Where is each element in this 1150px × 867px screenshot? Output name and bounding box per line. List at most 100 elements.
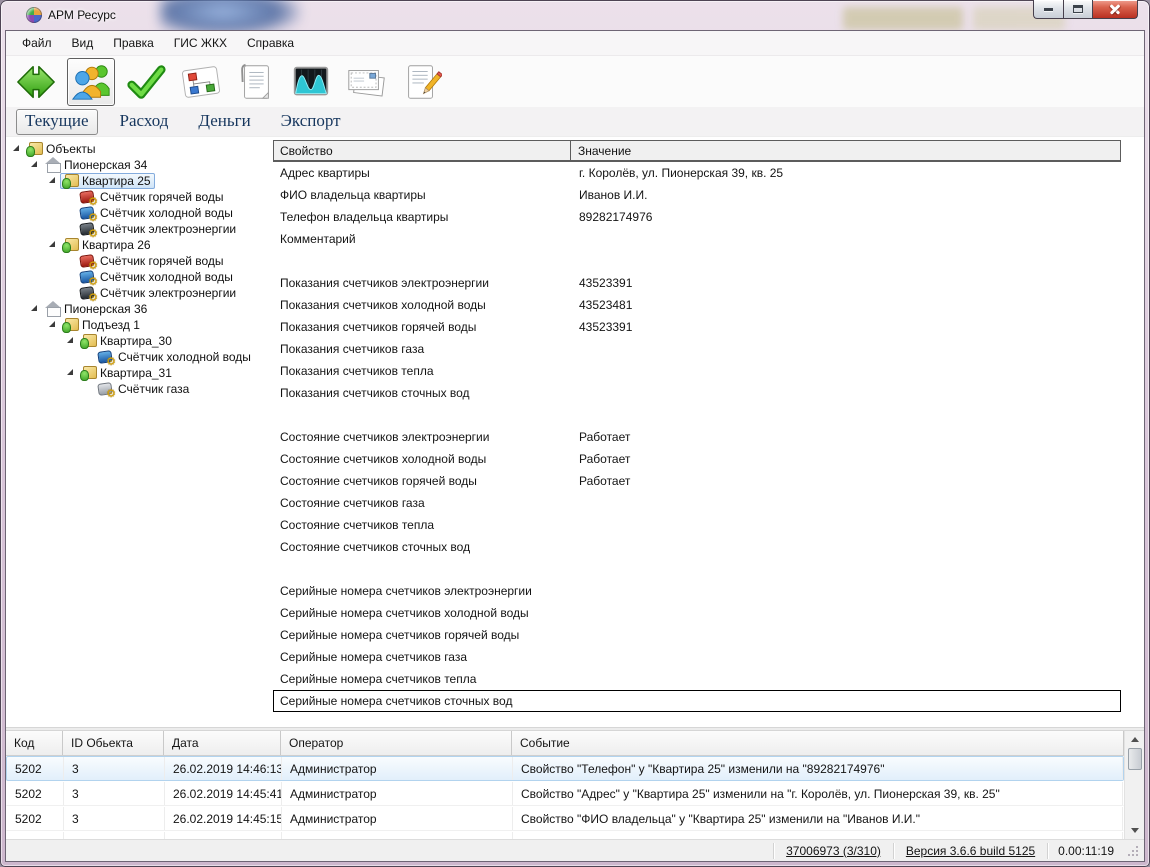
tree-item-8[interactable]: Счётчик холодной воды xyxy=(6,269,268,285)
property-row-19[interactable]: Серийные номера счетчиков электроэнергии xyxy=(273,580,1121,602)
property-row-1[interactable]: ФИО владельца квартиры Иванов И.И. xyxy=(273,184,1121,206)
property-row-24[interactable]: Серийные номера счетчиков сточных вод xyxy=(273,690,1121,712)
transfer-arrows-icon[interactable] xyxy=(12,58,60,106)
menu-item-4[interactable]: Справка xyxy=(237,33,304,53)
tree-node[interactable]: Счётчик холодной воды xyxy=(78,205,237,221)
tree-item-13[interactable]: Счётчик холодной воды xyxy=(6,349,268,365)
log-column-header[interactable]: Дата xyxy=(164,731,281,755)
property-row-14[interactable]: Состояние счетчиков горячей воды Работае… xyxy=(273,470,1121,492)
tree-node[interactable]: Счётчик холодной воды xyxy=(78,269,237,285)
property-row-17[interactable]: Состояние счетчиков сточных вод xyxy=(273,536,1121,558)
tree-item-4[interactable]: Счётчик холодной воды xyxy=(6,205,268,221)
status-counter-link[interactable]: 37006973 (3/310) xyxy=(774,844,893,858)
log-column-header[interactable]: Событие xyxy=(512,731,1124,755)
tree-node[interactable]: Пионерская 34 xyxy=(42,157,151,173)
log-row-2[interactable]: 5202 3 26.02.2019 14:45:15 Администратор… xyxy=(6,806,1124,831)
tab-3[interactable]: Экспорт xyxy=(273,110,349,134)
property-row-15[interactable]: Состояние счетчиков газа xyxy=(273,492,1121,514)
menu-item-1[interactable]: Вид xyxy=(62,33,104,53)
log-row-1[interactable]: 5202 3 26.02.2019 14:45:41 Администратор… xyxy=(6,781,1124,806)
property-column-header[interactable]: Свойство xyxy=(274,141,571,160)
tree-node[interactable]: Счётчик горячей воды xyxy=(78,253,228,269)
tree-node[interactable]: Счётчик горячей воды xyxy=(78,189,228,205)
users-icon[interactable] xyxy=(67,58,115,106)
document-edit-icon[interactable] xyxy=(397,58,445,106)
log-column-header[interactable]: Код xyxy=(6,731,63,755)
property-row-6[interactable]: Показания счетчиков холодной воды 435234… xyxy=(273,294,1121,316)
property-row-23[interactable]: Серийные номера счетчиков тепла xyxy=(273,668,1121,690)
tree-item-3[interactable]: Счётчик горячей воды xyxy=(6,189,268,205)
tree-item-7[interactable]: Счётчик горячей воды xyxy=(6,253,268,269)
close-button[interactable] xyxy=(1092,0,1138,19)
scrollbar-thumb[interactable] xyxy=(1128,748,1142,770)
envelope-icon[interactable] xyxy=(342,58,390,106)
scroll-up-button[interactable] xyxy=(1125,731,1145,748)
expander-icon[interactable] xyxy=(66,368,76,378)
tree-node[interactable]: Квартира_30 xyxy=(78,333,176,349)
expander-icon[interactable] xyxy=(66,336,76,346)
expander-icon[interactable] xyxy=(66,208,76,218)
tab-0[interactable]: Текущие xyxy=(16,109,98,135)
menu-item-3[interactable]: ГИС ЖКХ xyxy=(164,33,237,53)
expander-icon[interactable] xyxy=(66,256,76,266)
expander-icon[interactable] xyxy=(66,224,76,234)
property-row-16[interactable]: Состояние счетчиков тепла xyxy=(273,514,1121,536)
property-row-12[interactable]: Состояние счетчиков электроэнергии Работ… xyxy=(273,426,1121,448)
tree-item-14[interactable]: Квартира_31 xyxy=(6,365,268,381)
tree-item-15[interactable]: Счётчик газа xyxy=(6,381,268,397)
chart-icon[interactable] xyxy=(287,58,335,106)
tree-node[interactable]: Квартира 25 xyxy=(60,173,155,189)
resize-grip[interactable] xyxy=(1126,844,1140,858)
tree-item-12[interactable]: Квартира_30 xyxy=(6,333,268,349)
property-row-0[interactable]: Адрес квартиры г. Королёв, ул. Пионерска… xyxy=(273,162,1121,184)
maximize-button[interactable] xyxy=(1063,0,1092,19)
tree-item-11[interactable]: Подъезд 1 xyxy=(6,317,268,333)
tree-node[interactable]: Счётчик электроэнергии xyxy=(78,285,240,301)
tree-node[interactable]: Квартира_31 xyxy=(78,365,176,381)
status-version-link[interactable]: Версия 3.6.6 build 5125 xyxy=(894,844,1047,858)
tree-node[interactable]: Подъезд 1 xyxy=(60,317,144,333)
property-row-18[interactable] xyxy=(273,558,1121,580)
log-row-0[interactable]: 5202 3 26.02.2019 14:46:13 Администратор… xyxy=(6,756,1124,781)
property-row-22[interactable]: Серийные номера счетчиков газа xyxy=(273,646,1121,668)
expander-icon[interactable] xyxy=(30,160,40,170)
menu-item-0[interactable]: Файл xyxy=(12,33,62,53)
expander-icon[interactable] xyxy=(12,144,22,154)
diagram-icon[interactable] xyxy=(177,58,225,106)
property-row-7[interactable]: Показания счетчиков горячей воды 4352339… xyxy=(273,316,1121,338)
property-row-4[interactable] xyxy=(273,250,1121,272)
property-row-10[interactable]: Показания счетчиков сточных вод xyxy=(273,382,1121,404)
property-row-20[interactable]: Серийные номера счетчиков холодной воды xyxy=(273,602,1121,624)
tab-2[interactable]: Деньги xyxy=(190,110,258,134)
property-row-8[interactable]: Показания счетчиков газа xyxy=(273,338,1121,360)
titlebar[interactable]: АРМ Ресурс xyxy=(0,0,1150,30)
scroll-down-button[interactable] xyxy=(1125,822,1145,839)
expander-icon[interactable] xyxy=(48,176,58,186)
tree-item-2[interactable]: Квартира 25 xyxy=(6,173,268,189)
tree-item-9[interactable]: Счётчик электроэнергии xyxy=(6,285,268,301)
expander-icon[interactable] xyxy=(66,192,76,202)
tree-item-5[interactable]: Счётчик электроэнергии xyxy=(6,221,268,237)
expander-icon[interactable] xyxy=(48,320,58,330)
expander-icon[interactable] xyxy=(84,384,94,394)
property-row-9[interactable]: Показания счетчиков тепла xyxy=(273,360,1121,382)
tree-item-0[interactable]: Объекты xyxy=(6,141,268,157)
value-column-header[interactable]: Значение xyxy=(571,144,631,158)
tree-item-6[interactable]: Квартира 26 xyxy=(6,237,268,253)
expander-icon[interactable] xyxy=(66,272,76,282)
tab-1[interactable]: Расход xyxy=(112,110,177,134)
tree-node[interactable]: Счётчик газа xyxy=(96,381,193,397)
check-icon[interactable] xyxy=(122,58,170,106)
property-row-21[interactable]: Серийные номера счетчиков горячей воды xyxy=(273,624,1121,646)
expander-icon[interactable] xyxy=(66,288,76,298)
log-scrollbar[interactable] xyxy=(1124,731,1144,839)
log-column-header[interactable]: ID Обьекта xyxy=(63,731,164,755)
property-row-3[interactable]: Комментарий xyxy=(273,228,1121,250)
minimize-button[interactable] xyxy=(1033,0,1063,19)
log-column-header[interactable]: Оператор xyxy=(281,731,512,755)
tree-node[interactable]: Счётчик электроэнергии xyxy=(78,221,240,237)
property-row-11[interactable] xyxy=(273,404,1121,426)
property-row-5[interactable]: Показания счетчиков электроэнергии 43523… xyxy=(273,272,1121,294)
tree-node[interactable]: Квартира 26 xyxy=(60,237,155,253)
expander-icon[interactable] xyxy=(84,352,94,362)
